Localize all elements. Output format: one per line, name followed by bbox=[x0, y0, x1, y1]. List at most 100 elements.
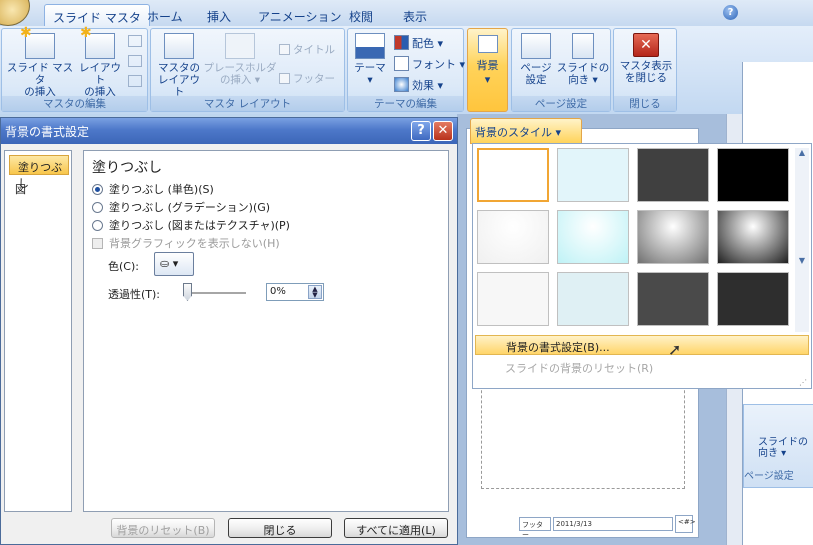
dialog-title-bar[interactable]: 背景の書式設定 bbox=[1, 118, 457, 144]
footer-checkbox[interactable]: フッター bbox=[279, 71, 335, 86]
radio-gradient-fill-label: 塗りつぶし (グラデーション)(G) bbox=[109, 201, 271, 214]
radio-solid-fill-label: 塗りつぶし (単色)(S) bbox=[109, 183, 214, 196]
close-master-view-button[interactable]: ✕ マスタ表示 を閉じる bbox=[616, 33, 676, 84]
colors-label: 配色 ▾ bbox=[412, 37, 444, 50]
radio-gradient-fill[interactable]: 塗りつぶし (グラデーション)(G) bbox=[92, 199, 270, 215]
reset-background-button[interactable]: 背景のリセット(B) bbox=[111, 518, 215, 538]
theme-button[interactable]: テーマ ▾ bbox=[352, 33, 388, 86]
title-checkbox[interactable]: タイトル bbox=[279, 42, 335, 57]
date-placeholder: 2011/3/13 bbox=[553, 517, 673, 531]
dialog-close-action-button[interactable]: 閉じる bbox=[228, 518, 332, 538]
footer-checkbox-label: フッター bbox=[293, 73, 335, 85]
tab-view[interactable]: 表示 bbox=[395, 4, 435, 26]
insert-layout-button[interactable]: ✱ レイアウト の挿入 bbox=[75, 26, 125, 98]
nav-item-fill[interactable]: 塗りつぶし bbox=[9, 155, 69, 190]
delete-icon[interactable] bbox=[128, 35, 142, 47]
group-master-edit: ✱ スライド マスタ の挿入 ✱ レイアウト の挿入 マスタの編集 bbox=[1, 26, 148, 112]
dialog-help-button[interactable]: ? bbox=[411, 121, 431, 141]
background-style-swatch[interactable] bbox=[637, 210, 709, 264]
colors-icon bbox=[394, 35, 409, 50]
right-page-setup-label: ページ設定 bbox=[744, 471, 794, 482]
background-style-swatch[interactable] bbox=[557, 148, 629, 202]
group-label-close: 閉じる bbox=[614, 96, 676, 111]
menu-format-background[interactable]: 背景の書式設定(B)... bbox=[475, 335, 809, 355]
dialog-title: 背景の書式設定 bbox=[5, 125, 90, 139]
insert-layout-label: レイアウト の挿入 bbox=[79, 62, 121, 98]
background-style-swatch[interactable] bbox=[717, 148, 789, 202]
page-setup-label: ページ 設定 bbox=[520, 62, 552, 86]
background-style-swatch[interactable] bbox=[557, 210, 629, 264]
close-master-view-label: マスタ表示 を閉じる bbox=[619, 60, 673, 84]
apply-to-all-button[interactable]: すべてに適用(L) bbox=[344, 518, 448, 538]
master-layout-icon bbox=[164, 33, 194, 59]
radio-picture-fill[interactable]: 塗りつぶし (図またはテクスチャ)(P) bbox=[92, 217, 290, 233]
group-label-page-setup: ページ設定 bbox=[512, 96, 610, 111]
radio-gradient-fill-dot bbox=[92, 202, 103, 213]
page-setup-button[interactable]: ページ 設定 bbox=[516, 33, 556, 86]
tab-review[interactable]: 校閲 bbox=[341, 4, 381, 26]
slide-orientation-button[interactable]: スライドの 向き ▾ bbox=[556, 33, 610, 86]
right-ribbon-fragment: スライドの 向き ▾ ページ設定 bbox=[743, 404, 813, 488]
background-style-swatch[interactable] bbox=[717, 210, 789, 264]
group-label-theme-edit: テーマの編集 bbox=[348, 96, 463, 111]
office-button[interactable] bbox=[0, 0, 30, 26]
hide-graphics-checkbox[interactable]: 背景グラフィックを表示しない(H) bbox=[92, 235, 280, 251]
paint-bucket-icon bbox=[477, 35, 498, 53]
insert-slide-master-label: スライド マスタ の挿入 bbox=[6, 62, 74, 98]
master-layout-label: マスタの レイアウト bbox=[158, 62, 200, 98]
effects-button[interactable]: 効果 ▾ bbox=[394, 77, 443, 93]
master-layout-button[interactable]: マスタの レイアウト bbox=[155, 33, 203, 98]
insert-placeholder-button[interactable]: プレースホルダ の挿入 ▾ bbox=[203, 33, 277, 86]
background-style-swatch[interactable] bbox=[717, 272, 789, 326]
orientation-icon bbox=[572, 33, 594, 59]
effects-label: 効果 ▾ bbox=[412, 79, 444, 92]
color-picker-button[interactable]: ⛀ ▾ bbox=[154, 252, 194, 276]
background-style-swatch[interactable] bbox=[557, 272, 629, 326]
color-label: 色(C): bbox=[108, 260, 139, 273]
background-label: 背景 ▾ bbox=[476, 59, 499, 86]
tab-slide-master[interactable]: スライド マスタ bbox=[44, 4, 150, 26]
spinner-arrows-icon[interactable]: ▲ ▼ bbox=[308, 285, 322, 299]
transparency-slider-thumb[interactable] bbox=[183, 283, 192, 301]
effects-icon bbox=[394, 77, 409, 92]
background-style-swatch[interactable] bbox=[637, 148, 709, 202]
background-style-swatch[interactable] bbox=[477, 148, 549, 202]
rename-icon[interactable] bbox=[128, 55, 142, 67]
help-icon[interactable]: ? bbox=[723, 5, 738, 20]
nav-item-picture[interactable]: 図 bbox=[15, 181, 26, 197]
transparency-value: 0% bbox=[270, 286, 286, 297]
fonts-button[interactable]: フォント ▾ bbox=[394, 56, 465, 72]
theme-label: テーマ ▾ bbox=[354, 62, 386, 86]
close-icon: ✕ bbox=[633, 33, 659, 57]
dialog-nav-list: 塗りつぶし 図 bbox=[4, 150, 72, 512]
gallery-scrollbar[interactable]: ▲ ▼ bbox=[795, 148, 809, 332]
tab-home[interactable]: ホーム bbox=[139, 4, 191, 26]
insert-slide-master-button[interactable]: ✱ スライド マスタ の挿入 bbox=[5, 26, 75, 98]
background-style-swatch[interactable] bbox=[477, 272, 549, 326]
background-styles-button[interactable]: 背景のスタイル ▾ bbox=[470, 118, 582, 144]
transparency-slider-track[interactable] bbox=[188, 292, 246, 294]
background-style-swatch[interactable] bbox=[637, 272, 709, 326]
group-close: ✕ マスタ表示 を閉じる 閉じる bbox=[613, 28, 677, 112]
hide-graphics-label: 背景グラフィックを表示しない(H) bbox=[109, 237, 280, 250]
fonts-label: フォント ▾ bbox=[412, 58, 466, 71]
preserve-icon[interactable] bbox=[128, 75, 142, 87]
panel-title: 塗りつぶし bbox=[92, 160, 163, 176]
format-background-dialog: 背景の書式設定 ? ✕ 塗りつぶし 図 塗りつぶし 塗りつぶし (単色)(S) … bbox=[0, 117, 458, 545]
slide-orientation-label: スライドの 向き ▾ bbox=[556, 62, 610, 86]
title-checkbox-label: タイトル bbox=[293, 44, 335, 56]
radio-solid-fill[interactable]: 塗りつぶし (単色)(S) bbox=[92, 181, 214, 197]
tab-insert[interactable]: 挿入 bbox=[199, 4, 239, 26]
menu-reset-background[interactable]: スライドの背景のリセット(R) bbox=[475, 357, 809, 377]
tab-animation[interactable]: アニメーション bbox=[250, 4, 350, 26]
placeholder-icon bbox=[225, 33, 255, 59]
layout-icon: ✱ bbox=[80, 26, 115, 59]
background-button[interactable]: 背景 ▾ bbox=[467, 28, 508, 112]
background-style-swatch[interactable] bbox=[477, 210, 549, 264]
footer-checkbox-box bbox=[279, 73, 290, 84]
resize-grip-icon[interactable]: ⋰ bbox=[799, 378, 807, 387]
transparency-spinner[interactable]: 0% ▲ ▼ bbox=[266, 283, 324, 301]
dialog-close-button[interactable]: ✕ bbox=[433, 121, 453, 141]
ribbon-tab-bar: スライド マスタ ホーム 挿入 アニメーション 校閲 表示 ? bbox=[0, 0, 813, 26]
colors-button[interactable]: 配色 ▾ bbox=[394, 35, 443, 51]
